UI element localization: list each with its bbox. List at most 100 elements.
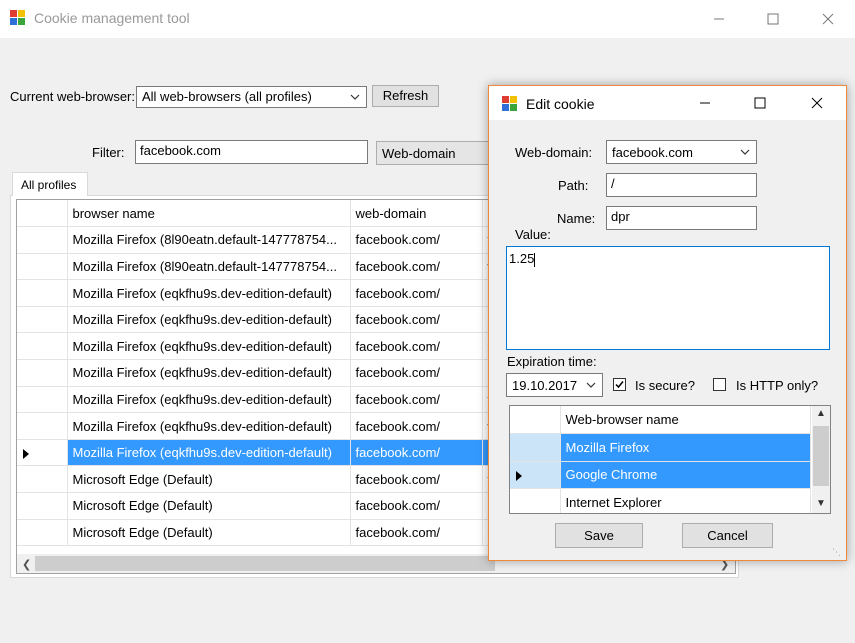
path-input[interactable]: / bbox=[606, 173, 757, 197]
text-cursor bbox=[534, 252, 536, 267]
resize-grip-icon[interactable]: ⋱ bbox=[832, 547, 841, 558]
browsers-grid[interactable]: Web-browser name Mozilla Firefox Google C… bbox=[509, 405, 831, 514]
row-header[interactable] bbox=[17, 386, 68, 414]
table-row[interactable]: Mozilla Firefox (eqkfhu9s.dev-edition-de… bbox=[17, 412, 538, 440]
maximize-icon bbox=[767, 13, 779, 25]
table-row[interactable]: Mozilla Firefox (8l90eatn.default-147778… bbox=[17, 226, 538, 254]
list-item[interactable]: Google Chrome bbox=[510, 461, 811, 489]
scroll-down-icon[interactable]: ▼ bbox=[816, 498, 826, 509]
row-header[interactable] bbox=[510, 433, 561, 462]
cell-web-browser-name[interactable]: Internet Explorer bbox=[560, 488, 811, 513]
web-domain-select[interactable]: facebook.com bbox=[606, 140, 757, 164]
filter-field-select[interactable]: Web-domain bbox=[376, 141, 490, 165]
row-header[interactable] bbox=[510, 461, 561, 489]
cell-web-domain[interactable]: facebook.com/ bbox=[350, 519, 483, 547]
row-header[interactable] bbox=[17, 492, 68, 520]
maximize-button[interactable] bbox=[750, 0, 796, 38]
cell-browser-name[interactable]: Microsoft Edge (Default) bbox=[67, 492, 351, 520]
table-row[interactable]: Mozilla Firefox (eqkfhu9s.dev-edition-de… bbox=[17, 306, 538, 334]
chevron-down-icon bbox=[350, 94, 360, 100]
row-header[interactable] bbox=[17, 465, 68, 494]
expiration-date-picker[interactable]: 19.10.2017 bbox=[506, 373, 603, 397]
row-header[interactable] bbox=[17, 519, 68, 547]
dialog-close-button[interactable] bbox=[794, 86, 840, 120]
vertical-scrollbar[interactable]: ▲ ▼ bbox=[812, 406, 830, 513]
table-row[interactable]: Microsoft Edge (Default)facebook.com/da bbox=[17, 492, 538, 520]
cell-browser-name[interactable]: Mozilla Firefox (eqkfhu9s.dev-edition-de… bbox=[67, 306, 351, 334]
cell-browser-name[interactable]: Mozilla Firefox (8l90eatn.default-147778… bbox=[67, 226, 351, 254]
cell-browser-name[interactable]: Mozilla Firefox (eqkfhu9s.dev-edition-de… bbox=[67, 439, 351, 467]
web-domain-label: Web-domain: bbox=[515, 145, 593, 160]
minimize-button[interactable] bbox=[696, 0, 742, 38]
row-header[interactable] bbox=[17, 332, 68, 361]
table-row[interactable]: Mozilla Firefox (eqkfhu9s.dev-edition-de… bbox=[17, 439, 538, 467]
cell-web-domain[interactable]: facebook.com/ bbox=[350, 226, 483, 254]
cell-browser-name[interactable]: Microsoft Edge (Default) bbox=[67, 465, 351, 494]
column-header-web-browser[interactable]: Web-browser name bbox=[560, 406, 811, 434]
minimize-icon bbox=[700, 102, 710, 104]
table-row[interactable]: Microsoft Edge (Default)facebook.com/fr bbox=[17, 465, 538, 494]
horizontal-scroll-thumb[interactable] bbox=[35, 556, 495, 571]
cell-web-domain[interactable]: facebook.com/ bbox=[350, 412, 483, 440]
cell-web-domain[interactable]: facebook.com/ bbox=[350, 359, 483, 387]
table-row[interactable]: Mozilla Firefox (eqkfhu9s.dev-edition-de… bbox=[17, 386, 538, 414]
table-row[interactable]: Mozilla Firefox (eqkfhu9s.dev-edition-de… bbox=[17, 279, 538, 307]
save-button[interactable]: Save bbox=[555, 523, 643, 548]
cell-web-browser-name[interactable]: Mozilla Firefox bbox=[560, 433, 811, 462]
vertical-scroll-thumb[interactable] bbox=[813, 426, 829, 486]
row-header[interactable] bbox=[17, 279, 68, 307]
column-header-browser[interactable]: browser name bbox=[67, 200, 351, 228]
cell-web-domain[interactable]: facebook.com/ bbox=[350, 465, 483, 494]
row-header[interactable] bbox=[17, 412, 68, 440]
table-row[interactable]: Mozilla Firefox (8l90eatn.default-147778… bbox=[17, 253, 538, 281]
value-label: Value: bbox=[515, 227, 551, 242]
cell-web-browser-name[interactable]: Google Chrome bbox=[560, 461, 811, 489]
list-item[interactable]: Internet Explorer bbox=[510, 488, 811, 513]
dialog-maximize-button[interactable] bbox=[737, 86, 783, 120]
cell-web-domain[interactable]: facebook.com/ bbox=[350, 439, 483, 467]
cell-web-domain[interactable]: facebook.com/ bbox=[350, 253, 483, 281]
browsers-grid-corner bbox=[510, 406, 561, 434]
cell-browser-name[interactable]: Mozilla Firefox (eqkfhu9s.dev-edition-de… bbox=[67, 332, 351, 361]
cell-browser-name[interactable]: Mozilla Firefox (eqkfhu9s.dev-edition-de… bbox=[67, 412, 351, 440]
scroll-up-icon[interactable]: ▲ bbox=[816, 408, 826, 419]
cell-web-domain[interactable]: facebook.com/ bbox=[350, 492, 483, 520]
cell-browser-name[interactable]: Mozilla Firefox (eqkfhu9s.dev-edition-de… bbox=[67, 279, 351, 307]
scroll-left-icon[interactable]: ❮ bbox=[22, 558, 31, 571]
list-item[interactable]: Mozilla Firefox bbox=[510, 433, 811, 462]
secure-checkbox[interactable] bbox=[613, 378, 626, 391]
http-only-checkbox[interactable] bbox=[713, 378, 726, 391]
cancel-button[interactable]: Cancel bbox=[682, 523, 773, 548]
cell-web-domain[interactable]: facebook.com/ bbox=[350, 332, 483, 361]
row-header[interactable] bbox=[17, 439, 68, 467]
table-row[interactable]: Mozilla Firefox (eqkfhu9s.dev-edition-de… bbox=[17, 359, 538, 387]
app-icon bbox=[10, 10, 26, 26]
row-header[interactable] bbox=[510, 488, 561, 513]
row-header[interactable] bbox=[17, 226, 68, 254]
row-header[interactable] bbox=[17, 306, 68, 334]
cell-browser-name[interactable]: Mozilla Firefox (eqkfhu9s.dev-edition-de… bbox=[67, 386, 351, 414]
browser-select[interactable]: All web-browsers (all profiles) bbox=[136, 86, 367, 108]
tab-all-profiles[interactable]: All profiles bbox=[12, 172, 88, 196]
table-row[interactable]: Mozilla Firefox (eqkfhu9s.dev-edition-de… bbox=[17, 332, 538, 361]
title-bar: Cookie management tool bbox=[0, 0, 855, 38]
dialog-title-bar: Edit cookie bbox=[489, 86, 846, 120]
row-header[interactable] bbox=[17, 253, 68, 281]
close-button[interactable] bbox=[805, 0, 851, 38]
row-header[interactable] bbox=[17, 359, 68, 387]
refresh-button[interactable]: Refresh bbox=[372, 85, 439, 107]
cell-browser-name[interactable]: Mozilla Firefox (eqkfhu9s.dev-edition-de… bbox=[67, 359, 351, 387]
filter-input[interactable]: facebook.com bbox=[135, 140, 368, 164]
cell-web-domain[interactable]: facebook.com/ bbox=[350, 279, 483, 307]
close-icon bbox=[822, 13, 834, 25]
dialog-minimize-button[interactable] bbox=[682, 86, 728, 120]
value-textarea[interactable]: 1.25 bbox=[506, 246, 830, 350]
current-row-icon bbox=[23, 448, 29, 459]
cell-web-domain[interactable]: facebook.com/ bbox=[350, 386, 483, 414]
column-header-domain[interactable]: web-domain bbox=[350, 200, 483, 228]
cell-browser-name[interactable]: Microsoft Edge (Default) bbox=[67, 519, 351, 547]
table-row[interactable]: Microsoft Edge (Default)facebook.com/sb bbox=[17, 519, 538, 547]
cell-web-domain[interactable]: facebook.com/ bbox=[350, 306, 483, 334]
cell-browser-name[interactable]: Mozilla Firefox (8l90eatn.default-147778… bbox=[67, 253, 351, 281]
name-input[interactable]: dpr bbox=[606, 206, 757, 230]
